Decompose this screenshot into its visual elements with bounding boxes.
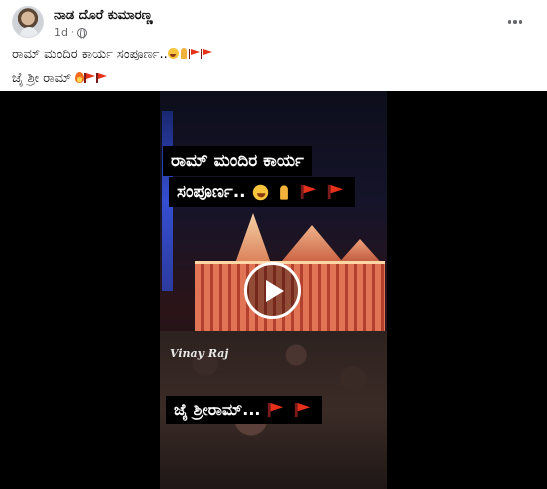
meta-separator: · [70,27,74,38]
facebook-post: ನಾಡ ದೊರೆ ಕುಮಾರಣ್ಣ 1d · ರಾಮ್ ಮಂದಿರ ಕಾರ್ಯ … [0,0,547,489]
red-flag-icon [84,73,96,83]
post-time[interactable]: 1d [54,26,68,39]
red-flag-icon [300,185,316,199]
star-struck-emoji-icon [252,184,268,200]
overlay-text-bottom: ಜೈ ಶ್ರೀರಾಮ್... [174,400,261,419]
red-flag-icon [188,49,200,59]
play-icon[interactable] [244,262,301,319]
video-watermark: Vinay Raj [170,347,229,360]
caption-line-1: ರಾಮ್ ಮಂದಿರ ಕಾರ್ಯ ಸಂಪೂರ್ಣ.. [12,43,213,67]
fire-emoji-icon [75,72,85,83]
video-player[interactable]: ರಾಮ್ ಮಂದಿರ ಕಾರ್ಯ ಸಂಪೂರ್ಣ.. Vinay Raj ಜೈ … [0,91,547,489]
folded-hands-emoji-icon [179,48,189,59]
post-caption: ರಾಮ್ ಮಂದಿರ ಕಾರ್ಯ ಸಂಪೂರ್ಣ.. ಜೈ ಶ್ರೀ ರಾಮ್ [12,43,213,91]
video-overlay-title-2: ಸಂಪೂರ್ಣ.. [169,177,355,207]
red-flag-icon [327,185,343,199]
author-avatar[interactable] [12,6,44,38]
caption-text-2: ಜೈ ಶ್ರೀ ರಾಮ್ [12,71,72,86]
red-flag-icon [268,403,284,417]
folded-hands-emoji-icon [277,184,290,200]
overlay-text-1: ರಾಮ್ ಮಂದಿರ ಕಾರ್ಯ [171,151,304,171]
star-struck-emoji-icon [167,48,179,59]
caption-text-1: ರಾಮ್ ಮಂದಿರ ಕಾರ್ಯ ಸಂಪೂರ್ಣ.. [12,47,168,62]
red-flag-icon [295,403,311,417]
post-header: ನಾಡ ದೊರೆ ಕುಮಾರಣ್ಣ 1d · [12,6,535,42]
globe-icon[interactable] [76,27,87,40]
red-flag-icon [200,49,212,59]
video-overlay-bottom: ಜೈ ಶ್ರೀರಾಮ್... [166,396,323,424]
more-options-icon[interactable] [503,10,527,34]
red-flag-icon [96,73,108,83]
author-name[interactable]: ನಾಡ ದೊರೆ ಕುಮಾರಣ್ಣ [54,8,153,23]
post-meta: 1d · [54,26,87,40]
overlay-text-2: ಸಂಪೂರ್ಣ.. [177,182,246,202]
caption-line-2: ಜೈ ಶ್ರೀ ರಾಮ್ [12,67,213,91]
video-overlay-title-1: ರಾಮ್ ಮಂದಿರ ಕಾರ್ಯ [163,146,312,176]
